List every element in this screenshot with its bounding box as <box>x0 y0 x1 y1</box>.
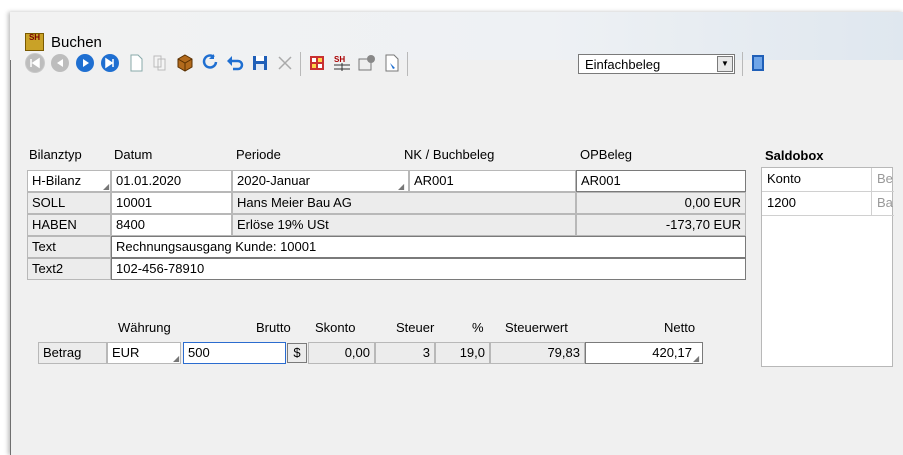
first-record-icon[interactable] <box>25 53 45 73</box>
saldobox-title: Saldobox <box>765 148 824 163</box>
steuerwert-value: 79,83 <box>490 342 585 364</box>
steuer-value: 3 <box>375 342 435 364</box>
haben-label: HABEN <box>27 214 111 236</box>
resize-grip-icon: ◢ <box>173 354 180 363</box>
nk-buchbeleg-field[interactable]: AR001 <box>409 170 576 192</box>
resize-grip-icon: ◢ <box>398 182 405 191</box>
header-waehrung: Währung <box>118 320 171 335</box>
svg-text:SH: SH <box>334 55 345 64</box>
refresh-icon[interactable] <box>200 53 220 73</box>
waehrung-select[interactable]: EUR <box>107 342 181 364</box>
haben-name: Erlöse 19% USt <box>232 214 576 236</box>
doc-type-value: Einfachbeleg <box>585 57 661 72</box>
app-icon: SH <box>25 33 44 51</box>
header-opbeleg: OPBeleg <box>580 147 633 162</box>
header-bilanztyp: Bilanztyp <box>29 147 82 162</box>
sh-icon[interactable]: SH <box>332 53 352 73</box>
next-record-icon[interactable] <box>75 53 95 73</box>
skonto-value: 0,00 <box>308 342 375 364</box>
text2-label: Text2 <box>27 258 111 280</box>
header-skonto: Skonto <box>315 320 356 335</box>
haben-saldo: -173,70 EUR <box>576 214 746 236</box>
haben-konto-field[interactable]: 8400 <box>111 214 232 236</box>
exit-icon[interactable] <box>748 53 768 73</box>
soll-label: SOLL <box>27 192 111 214</box>
toolbar-separator <box>742 52 743 76</box>
header-steuer: Steuer <box>396 320 435 335</box>
save-icon[interactable] <box>250 53 270 73</box>
datum-field[interactable]: 01.01.2020 <box>111 170 232 192</box>
doc-type-select[interactable]: Einfachbeleg ▼ <box>578 54 735 74</box>
toolbar-separator <box>300 52 301 76</box>
delete-icon[interactable] <box>275 53 295 73</box>
calculator-icon[interactable] <box>307 53 327 73</box>
saldobox-table: Konto Be 1200 Ba <box>761 167 894 367</box>
header-nk-buchbeleg: NK / Buchbeleg <box>404 147 495 162</box>
soll-konto-field[interactable]: 10001 <box>111 192 232 214</box>
package-icon[interactable] <box>175 53 195 73</box>
header-prozent: % <box>472 320 484 335</box>
text-field[interactable]: Rechnungsausgang Kunde: 10001 <box>111 236 746 258</box>
prozent-value: 19,0 <box>435 342 490 364</box>
properties-icon[interactable] <box>357 53 377 73</box>
betrag-label: Betrag <box>38 342 107 364</box>
netto-field[interactable]: 420,17 <box>585 342 703 364</box>
toolbar-separator <box>407 52 408 76</box>
soll-saldo: 0,00 EUR <box>576 192 746 214</box>
opbeleg-field[interactable]: AR001 <box>576 170 746 192</box>
resize-grip-icon: ◢ <box>693 354 700 363</box>
saldobox-row-partial[interactable]: Ba <box>872 192 894 216</box>
currency-button[interactable]: $ <box>287 343 307 363</box>
resize-grip-icon: ◢ <box>103 182 110 191</box>
brutto-input[interactable]: 500 <box>183 342 286 364</box>
soll-name: Hans Meier Bau AG <box>232 192 576 214</box>
copy-document-icon[interactable] <box>150 53 170 73</box>
window-title: Buchen <box>51 34 102 51</box>
new-document-icon[interactable] <box>126 53 146 73</box>
undo-icon[interactable] <box>225 53 245 73</box>
chevron-down-icon[interactable]: ▼ <box>717 56 733 72</box>
saldobox-col-partial: Be <box>872 168 894 192</box>
header-netto: Netto <box>664 320 696 335</box>
header-datum: Datum <box>114 147 153 162</box>
previous-record-icon[interactable] <box>50 53 70 73</box>
text-label: Text <box>27 236 111 258</box>
header-periode: Periode <box>236 147 281 162</box>
export-icon[interactable] <box>382 53 402 73</box>
header-steuerwert: Steuerwert <box>505 320 568 335</box>
last-record-icon[interactable] <box>100 53 120 73</box>
saldobox-row-konto[interactable]: 1200 <box>762 192 872 216</box>
saldobox-col-konto: Konto <box>762 168 872 192</box>
bilanztyp-select[interactable]: H-Bilanz <box>27 170 111 192</box>
periode-select[interactable]: 2020-Januar <box>232 170 409 192</box>
text2-field[interactable]: 102-456-78910 <box>111 258 746 280</box>
header-brutto: Brutto <box>256 320 291 335</box>
